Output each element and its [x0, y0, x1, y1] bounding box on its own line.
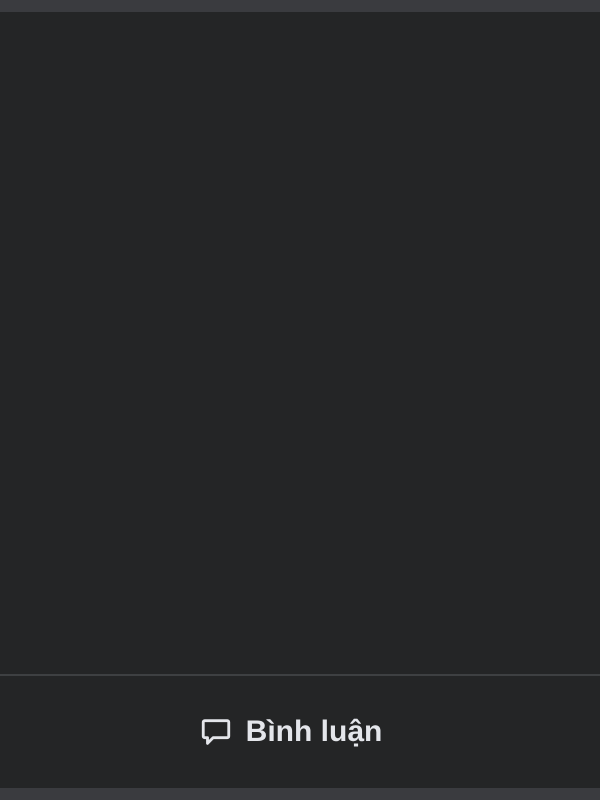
feed-gap-bottom — [0, 788, 600, 800]
post-text: n — [0, 220, 1, 256]
feed-gap-top — [0, 0, 600, 12]
post-content: n — [0, 12, 600, 674]
comment-button-label: Bình luận — [245, 715, 383, 748]
post-action-bar: Bình luận — [0, 676, 600, 788]
speech-bubble-icon — [198, 714, 234, 750]
comment-button[interactable]: Bình luận — [184, 704, 397, 760]
post-card: n Bình luận — [0, 12, 600, 788]
